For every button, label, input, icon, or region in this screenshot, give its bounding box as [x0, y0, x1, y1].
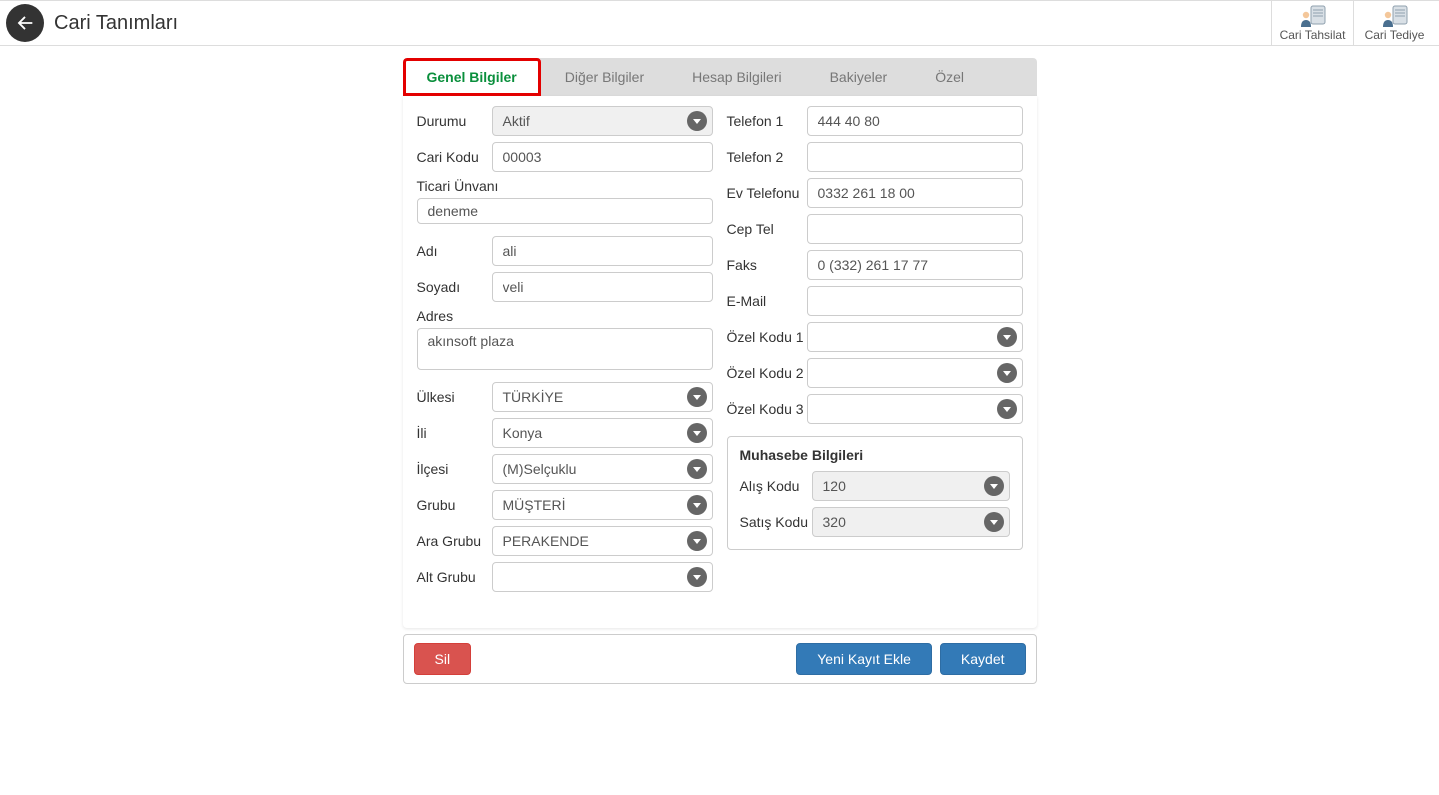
grubu-value: MÜŞTERİ [503, 497, 566, 513]
header-right: Cari Tahsilat Cari Tediye [1271, 1, 1435, 45]
chevron-down-icon [984, 476, 1004, 496]
chevron-down-icon [984, 512, 1004, 532]
tab-ozel[interactable]: Özel [911, 58, 988, 96]
header-left: Cari Tanımları [4, 4, 178, 42]
ozel-kodu-2-label: Özel Kodu 2 [727, 365, 807, 381]
cep-tel-label: Cep Tel [727, 221, 807, 237]
alt-grubu-select[interactable] [492, 562, 713, 592]
ozel-kodu-1-select[interactable] [807, 322, 1023, 352]
cari-tediye-label: Cari Tediye [1365, 28, 1425, 42]
ev-telefonu-input[interactable] [807, 178, 1023, 208]
left-column: Durumu Aktif Cari Kodu Ticari Ünvanı Adı… [417, 106, 713, 598]
chevron-down-icon [997, 363, 1017, 383]
satis-kodu-label: Satış Kodu [740, 514, 812, 530]
cep-tel-input[interactable] [807, 214, 1023, 244]
telefon1-label: Telefon 1 [727, 113, 807, 129]
faks-input[interactable] [807, 250, 1023, 280]
ulkesi-value: TÜRKİYE [503, 389, 564, 405]
tab-genel-bilgiler[interactable]: Genel Bilgiler [403, 58, 541, 96]
cari-tahsilat-button[interactable]: Cari Tahsilat [1271, 1, 1353, 45]
soyadi-label: Soyadı [417, 279, 492, 295]
faks-label: Faks [727, 257, 807, 273]
ara-grubu-value: PERAKENDE [503, 533, 589, 549]
form-panel: Durumu Aktif Cari Kodu Ticari Ünvanı Adı… [403, 96, 1037, 628]
tab-bakiyeler[interactable]: Bakiyeler [806, 58, 912, 96]
ara-grubu-label: Ara Grubu [417, 533, 492, 549]
satis-kodu-select[interactable]: 320 [812, 507, 1010, 537]
ticari-unvani-input[interactable] [417, 198, 713, 224]
right-column: Telefon 1 Telefon 2 Ev Telefonu Cep Tel … [727, 106, 1023, 598]
header: Cari Tanımları Cari Tahsilat [0, 0, 1439, 46]
chevron-down-icon [687, 531, 707, 551]
chevron-down-icon [687, 495, 707, 515]
ili-value: Konya [503, 425, 543, 441]
chevron-down-icon [687, 567, 707, 587]
muhasebe-bilgileri-box: Muhasebe Bilgileri Alış Kodu 120 Satış K… [727, 436, 1023, 550]
page-title: Cari Tanımları [54, 12, 178, 35]
chevron-down-icon [687, 459, 707, 479]
sil-button[interactable]: Sil [414, 643, 472, 675]
ulkesi-select[interactable]: TÜRKİYE [492, 382, 713, 412]
footer-bar: Sil Yeni Kayıt Ekle Kaydet [403, 634, 1037, 684]
ozel-kodu-2-select[interactable] [807, 358, 1023, 388]
ozel-kodu-3-label: Özel Kodu 3 [727, 401, 807, 417]
ara-grubu-select[interactable]: PERAKENDE [492, 526, 713, 556]
alis-kodu-value: 120 [823, 478, 846, 494]
tab-hesap-bilgileri[interactable]: Hesap Bilgileri [668, 58, 805, 96]
satis-kodu-value: 320 [823, 514, 846, 530]
user-doc-icon [1300, 5, 1326, 27]
muhasebe-bilgileri-title: Muhasebe Bilgileri [740, 447, 1010, 463]
chevron-down-icon [687, 111, 707, 131]
tab-bar: Genel Bilgiler Diğer Bilgiler Hesap Bilg… [403, 58, 1037, 96]
email-label: E-Mail [727, 293, 807, 309]
ulkesi-label: Ülkesi [417, 389, 492, 405]
adi-label: Adı [417, 243, 492, 259]
back-button[interactable] [6, 4, 44, 42]
soyadi-input[interactable] [492, 272, 713, 302]
durumu-select[interactable]: Aktif [492, 106, 713, 136]
chevron-down-icon [687, 423, 707, 443]
yeni-kayit-ekle-button[interactable]: Yeni Kayıt Ekle [796, 643, 932, 675]
ozel-kodu-1-label: Özel Kodu 1 [727, 329, 807, 345]
chevron-down-icon [997, 399, 1017, 419]
user-doc-icon [1382, 5, 1408, 27]
cari-kodu-label: Cari Kodu [417, 149, 492, 165]
chevron-down-icon [687, 387, 707, 407]
alis-kodu-label: Alış Kodu [740, 478, 812, 494]
grubu-label: Grubu [417, 497, 492, 513]
ilcesi-select[interactable]: (M)Selçuklu [492, 454, 713, 484]
ili-label: İli [417, 425, 492, 441]
main-container: Genel Bilgiler Diğer Bilgiler Hesap Bilg… [403, 58, 1037, 684]
ev-telefonu-label: Ev Telefonu [727, 185, 807, 201]
alt-grubu-label: Alt Grubu [417, 569, 492, 585]
durumu-label: Durumu [417, 113, 492, 129]
back-arrow-icon [14, 12, 36, 34]
adres-label: Adres [417, 308, 713, 324]
telefon2-input[interactable] [807, 142, 1023, 172]
durumu-value: Aktif [503, 113, 530, 129]
grubu-select[interactable]: MÜŞTERİ [492, 490, 713, 520]
cari-tahsilat-label: Cari Tahsilat [1280, 28, 1346, 42]
ozel-kodu-3-select[interactable] [807, 394, 1023, 424]
adres-textarea[interactable] [417, 328, 713, 370]
ilcesi-label: İlçesi [417, 461, 492, 477]
email-input[interactable] [807, 286, 1023, 316]
adi-input[interactable] [492, 236, 713, 266]
tab-diger-bilgiler[interactable]: Diğer Bilgiler [541, 58, 668, 96]
ilcesi-value: (M)Selçuklu [503, 461, 577, 477]
alis-kodu-select[interactable]: 120 [812, 471, 1010, 501]
cari-kodu-input[interactable] [492, 142, 713, 172]
telefon2-label: Telefon 2 [727, 149, 807, 165]
kaydet-button[interactable]: Kaydet [940, 643, 1026, 675]
cari-tediye-button[interactable]: Cari Tediye [1353, 1, 1435, 45]
telefon1-input[interactable] [807, 106, 1023, 136]
ili-select[interactable]: Konya [492, 418, 713, 448]
footer-right: Yeni Kayıt Ekle Kaydet [796, 643, 1025, 675]
chevron-down-icon [997, 327, 1017, 347]
ticari-unvani-label: Ticari Ünvanı [417, 178, 713, 194]
